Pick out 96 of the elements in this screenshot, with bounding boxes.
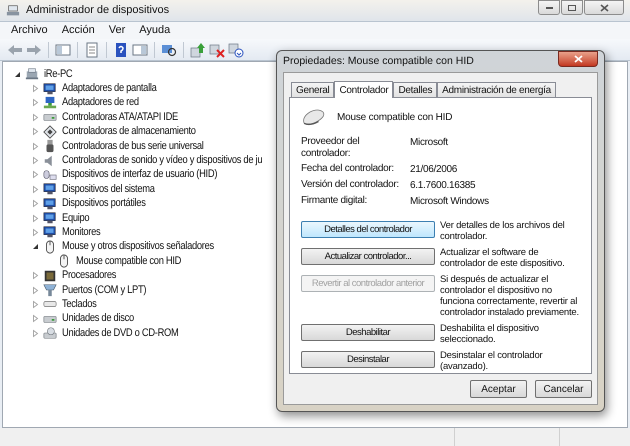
expand-arrow-icon[interactable] xyxy=(31,84,40,94)
tab[interactable]: Controlador xyxy=(334,81,394,98)
menu-item[interactable]: Acción xyxy=(62,22,95,39)
menu-item[interactable]: Archivo xyxy=(11,22,48,39)
tab[interactable]: Administración de energía xyxy=(437,82,556,97)
action-description: Ver detalles de los archivos del controlador. xyxy=(440,220,566,242)
expand-arrow-icon[interactable] xyxy=(31,214,40,223)
property-value: 21/06/2006 xyxy=(410,164,458,176)
close-icon xyxy=(574,55,582,63)
action-description: Si después de actualizar el controlador el dispositivo no funciona correctamente, revertir al controlador instalado previamente. xyxy=(440,274,580,318)
keyboard-mouse-icon xyxy=(43,168,57,182)
dialog-button[interactable]: Aceptar xyxy=(470,380,527,398)
storage-icon xyxy=(43,124,57,139)
expand-arrow-icon[interactable] xyxy=(31,170,40,180)
expand-arrow-icon[interactable] xyxy=(31,98,40,108)
tree-item[interactable]: Unidades de disco xyxy=(62,312,134,326)
property-label: Versión del controlador: xyxy=(301,179,400,191)
tab[interactable]: General xyxy=(291,82,334,97)
action-description: Desinstalar el controlador (avanzado). xyxy=(440,350,544,372)
monitor-icon xyxy=(43,182,57,196)
dialog-button[interactable]: Cancelar xyxy=(535,380,592,398)
tree-item[interactable]: iRe-PC xyxy=(44,68,72,81)
help-icon[interactable] xyxy=(113,42,129,58)
tree-item[interactable]: Mouse compatible con HID xyxy=(76,254,182,268)
uninstall-icon[interactable] xyxy=(209,42,225,58)
property-label: Proveedor del controlador: xyxy=(301,136,360,160)
tree-item[interactable]: Unidades de DVD o CD-ROM xyxy=(62,326,179,340)
driver-action-button[interactable]: Deshabilitar xyxy=(301,324,435,341)
driver-action-button[interactable]: Actualizar controlador... xyxy=(301,248,435,265)
tree-item[interactable]: Controladoras de bus serie universal xyxy=(62,140,204,153)
tree-item[interactable]: Teclados xyxy=(62,298,97,311)
monitor-icon xyxy=(43,225,57,240)
property-label: Fecha del controlador: xyxy=(301,163,395,175)
disc-drive-icon xyxy=(43,326,57,340)
close-icon xyxy=(600,4,608,12)
expand-arrow-icon[interactable] xyxy=(31,314,40,324)
collapse-arrow-icon[interactable] xyxy=(31,242,40,252)
monitor-icon xyxy=(43,82,57,96)
tree-item[interactable]: Controladoras de sonido y vídeo y dispositivos de ju xyxy=(62,154,262,168)
property-value: Microsoft Windows xyxy=(410,196,489,208)
maximize-button[interactable] xyxy=(561,0,583,15)
properties-icon[interactable] xyxy=(84,42,100,58)
tree-item[interactable]: Monitores xyxy=(62,226,100,239)
tree-item[interactable]: Controladoras ATA/ATAPI IDE xyxy=(62,110,178,124)
expand-arrow-icon[interactable] xyxy=(31,300,40,309)
close-button[interactable] xyxy=(558,51,598,67)
device-name: Mouse compatible con HID xyxy=(337,110,452,124)
mouse-icon xyxy=(301,107,327,127)
tree-item[interactable]: Equipo xyxy=(62,212,90,225)
expand-arrow-icon[interactable] xyxy=(31,199,40,208)
console-tree-icon[interactable] xyxy=(55,42,71,58)
tree-item[interactable]: Dispositivos de interfaz de usuario (HID) xyxy=(62,168,218,182)
expand-arrow-icon[interactable] xyxy=(31,142,40,151)
expand-arrow-icon[interactable] xyxy=(31,127,40,136)
tree-item[interactable]: Puertos (COM y LPT) xyxy=(62,284,146,297)
menu-item[interactable]: Ver xyxy=(108,22,126,39)
monitor-icon xyxy=(43,211,57,226)
mouse-icon xyxy=(43,240,57,254)
action-description: Actualizar el software de controlador de este dispositivo. xyxy=(440,247,566,269)
tree-item[interactable]: Dispositivos del sistema xyxy=(62,182,155,196)
chip-icon xyxy=(43,268,57,283)
mouse-icon xyxy=(57,254,71,268)
tab[interactable]: Detalles xyxy=(393,82,438,97)
window-title: Administrador de dispositivos xyxy=(26,3,170,18)
collapse-arrow-icon[interactable] xyxy=(13,70,22,79)
tree-item[interactable]: Dispositivos portátiles xyxy=(62,197,146,210)
expand-arrow-icon[interactable] xyxy=(31,271,40,280)
expand-arrow-icon[interactable] xyxy=(31,228,40,237)
monitor-icon xyxy=(43,196,57,211)
computer-icon xyxy=(25,67,39,82)
computer-icon xyxy=(6,4,20,18)
action-pane-icon[interactable] xyxy=(132,42,148,58)
property-value: Microsoft xyxy=(410,137,448,149)
expand-arrow-icon[interactable] xyxy=(31,112,40,122)
minimize-button[interactable] xyxy=(538,0,560,15)
close-button[interactable] xyxy=(584,0,624,15)
tree-item[interactable]: Mouse y otros dispositivos señaladores xyxy=(62,240,214,254)
tree-item[interactable]: Procesadores xyxy=(62,269,116,282)
tree-item[interactable]: Adaptadores de pantalla xyxy=(62,82,157,96)
tree-item[interactable]: Controladoras de almacenamiento xyxy=(62,125,196,138)
property-value: 6.1.7600.16385 xyxy=(410,180,476,192)
expand-arrow-icon[interactable] xyxy=(31,328,40,338)
network-icon xyxy=(43,96,57,110)
driver-action-button[interactable]: Detalles del controlador xyxy=(301,221,435,238)
disable-device-icon[interactable] xyxy=(228,42,244,58)
property-label: Firmante digital: xyxy=(301,195,368,207)
menu-item[interactable]: Ayuda xyxy=(139,22,170,39)
update-driver-icon[interactable] xyxy=(190,42,206,58)
expand-arrow-icon[interactable] xyxy=(31,286,40,295)
action-description: Deshabilita el dispositivo seleccionado. xyxy=(440,323,540,345)
expand-arrow-icon[interactable] xyxy=(31,184,40,194)
dialog-title: Propiedades: Mouse compatible con HID xyxy=(283,54,474,69)
tree-item[interactable]: Adaptadores de red xyxy=(62,96,139,110)
expand-arrow-icon[interactable] xyxy=(31,156,40,166)
driver-action-button[interactable]: Desinstalar xyxy=(301,351,435,368)
port-icon xyxy=(43,283,57,298)
